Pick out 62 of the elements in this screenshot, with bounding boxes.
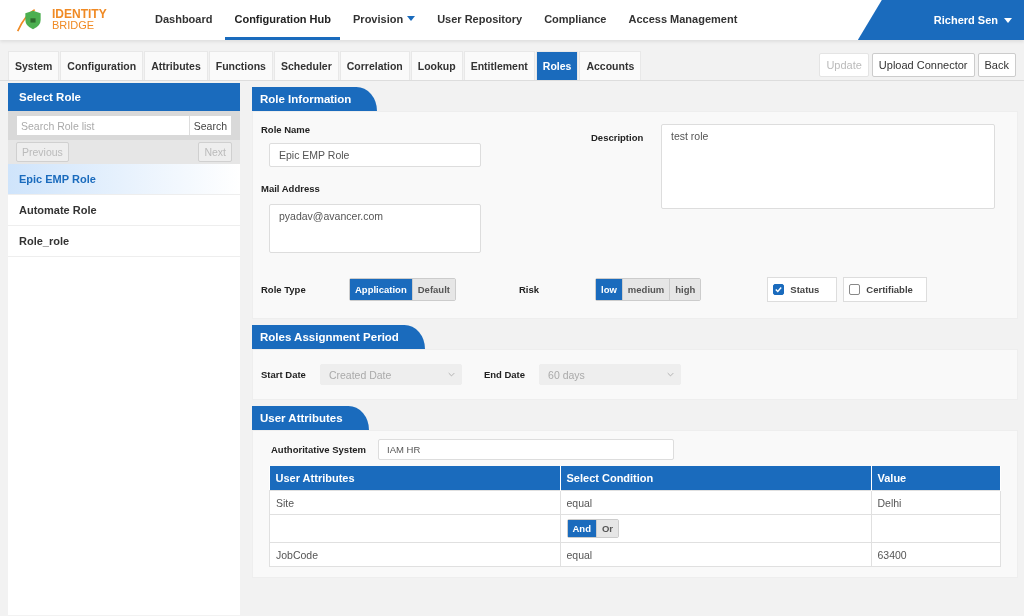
mail-address-field[interactable]: pyadav@avancer.com — [269, 204, 481, 253]
section-title: User Attributes — [252, 406, 369, 430]
section-title: Role Information — [252, 87, 378, 111]
nav-link[interactable]: Provision — [344, 0, 425, 40]
field-label: End Date — [483, 369, 526, 380]
action-button[interactable]: Back — [977, 53, 1016, 77]
nav-link[interactable]: User Repository — [428, 0, 532, 40]
column-header: Value — [871, 466, 1001, 491]
role-list-item[interactable]: Epic EMP Role — [8, 164, 240, 195]
tab[interactable]: Lookup — [410, 51, 463, 80]
checkbox[interactable] — [773, 284, 785, 295]
table-cell: JobCode — [269, 542, 560, 567]
nav-link[interactable]: Dashboard — [146, 0, 222, 40]
tab[interactable]: Configuration — [60, 51, 144, 80]
role-list-item[interactable]: Role_role — [8, 226, 240, 257]
tab[interactable]: Correlation — [339, 51, 410, 80]
field-label: Risk — [518, 284, 539, 295]
section-title: Roles Assignment Period — [252, 325, 425, 349]
tab[interactable]: Scheduler — [273, 51, 339, 80]
risk-toggle[interactable]: high — [669, 279, 701, 300]
description-field[interactable]: test role — [661, 124, 995, 209]
chevron-down-icon — [447, 372, 455, 377]
column-header: Select Condition — [560, 466, 871, 491]
role-type-toggle[interactable]: Application — [350, 279, 412, 300]
role-list-item[interactable]: Automate Role — [8, 195, 240, 226]
role-type-toggle[interactable]: Default — [411, 279, 455, 300]
field-label: Start Date — [261, 369, 306, 380]
field-label: Role Type — [261, 284, 307, 295]
risk-toggle[interactable]: medium — [621, 279, 670, 300]
user-menu[interactable]: Richerd Sen — [857, 0, 1024, 40]
operator-toggle[interactable]: Or — [595, 520, 619, 537]
nav-link[interactable]: Access Management — [619, 0, 747, 40]
caret-icon — [1004, 17, 1012, 23]
tab[interactable]: Attributes — [144, 51, 208, 80]
table-cell: equal — [560, 542, 871, 567]
tab[interactable]: Entitlement — [463, 51, 535, 80]
checkbox-option[interactable]: Status — [767, 277, 838, 302]
tab[interactable]: Roles — [535, 51, 579, 80]
tab[interactable]: System — [8, 51, 60, 80]
field-label: Mail Address — [261, 183, 320, 194]
table-cell: Site — [269, 490, 560, 515]
field-label: Description — [591, 131, 645, 145]
checkbox[interactable] — [849, 284, 861, 295]
nav-link[interactable]: Compliance — [535, 0, 616, 40]
logo: IDENTITY BRIDGE — [0, 0, 146, 40]
chevron-down-icon — [667, 372, 675, 377]
column-header: User Attributes — [269, 466, 560, 491]
tab[interactable]: Functions — [208, 51, 273, 80]
authoritative-system-field[interactable]: IAM HR — [378, 439, 675, 460]
action-button[interactable]: Upload Connector — [871, 53, 975, 77]
field-label: Authoritative System — [271, 444, 367, 455]
checkbox-option[interactable]: Certifiable — [843, 277, 928, 302]
nav-link[interactable]: Configuration Hub — [225, 0, 340, 40]
risk-toggle[interactable]: low — [596, 279, 622, 300]
table-cell: Delhi — [871, 490, 1001, 515]
table-cell: 63400 — [871, 542, 1001, 567]
sidebar-title: Select Role — [8, 83, 240, 111]
table-cell: equal — [560, 490, 871, 515]
field-label: Role Name — [261, 124, 311, 135]
operator-toggle[interactable]: And — [567, 520, 596, 537]
role-name-field[interactable]: Epic EMP Role — [269, 143, 481, 167]
tab[interactable]: Accounts — [579, 51, 642, 80]
